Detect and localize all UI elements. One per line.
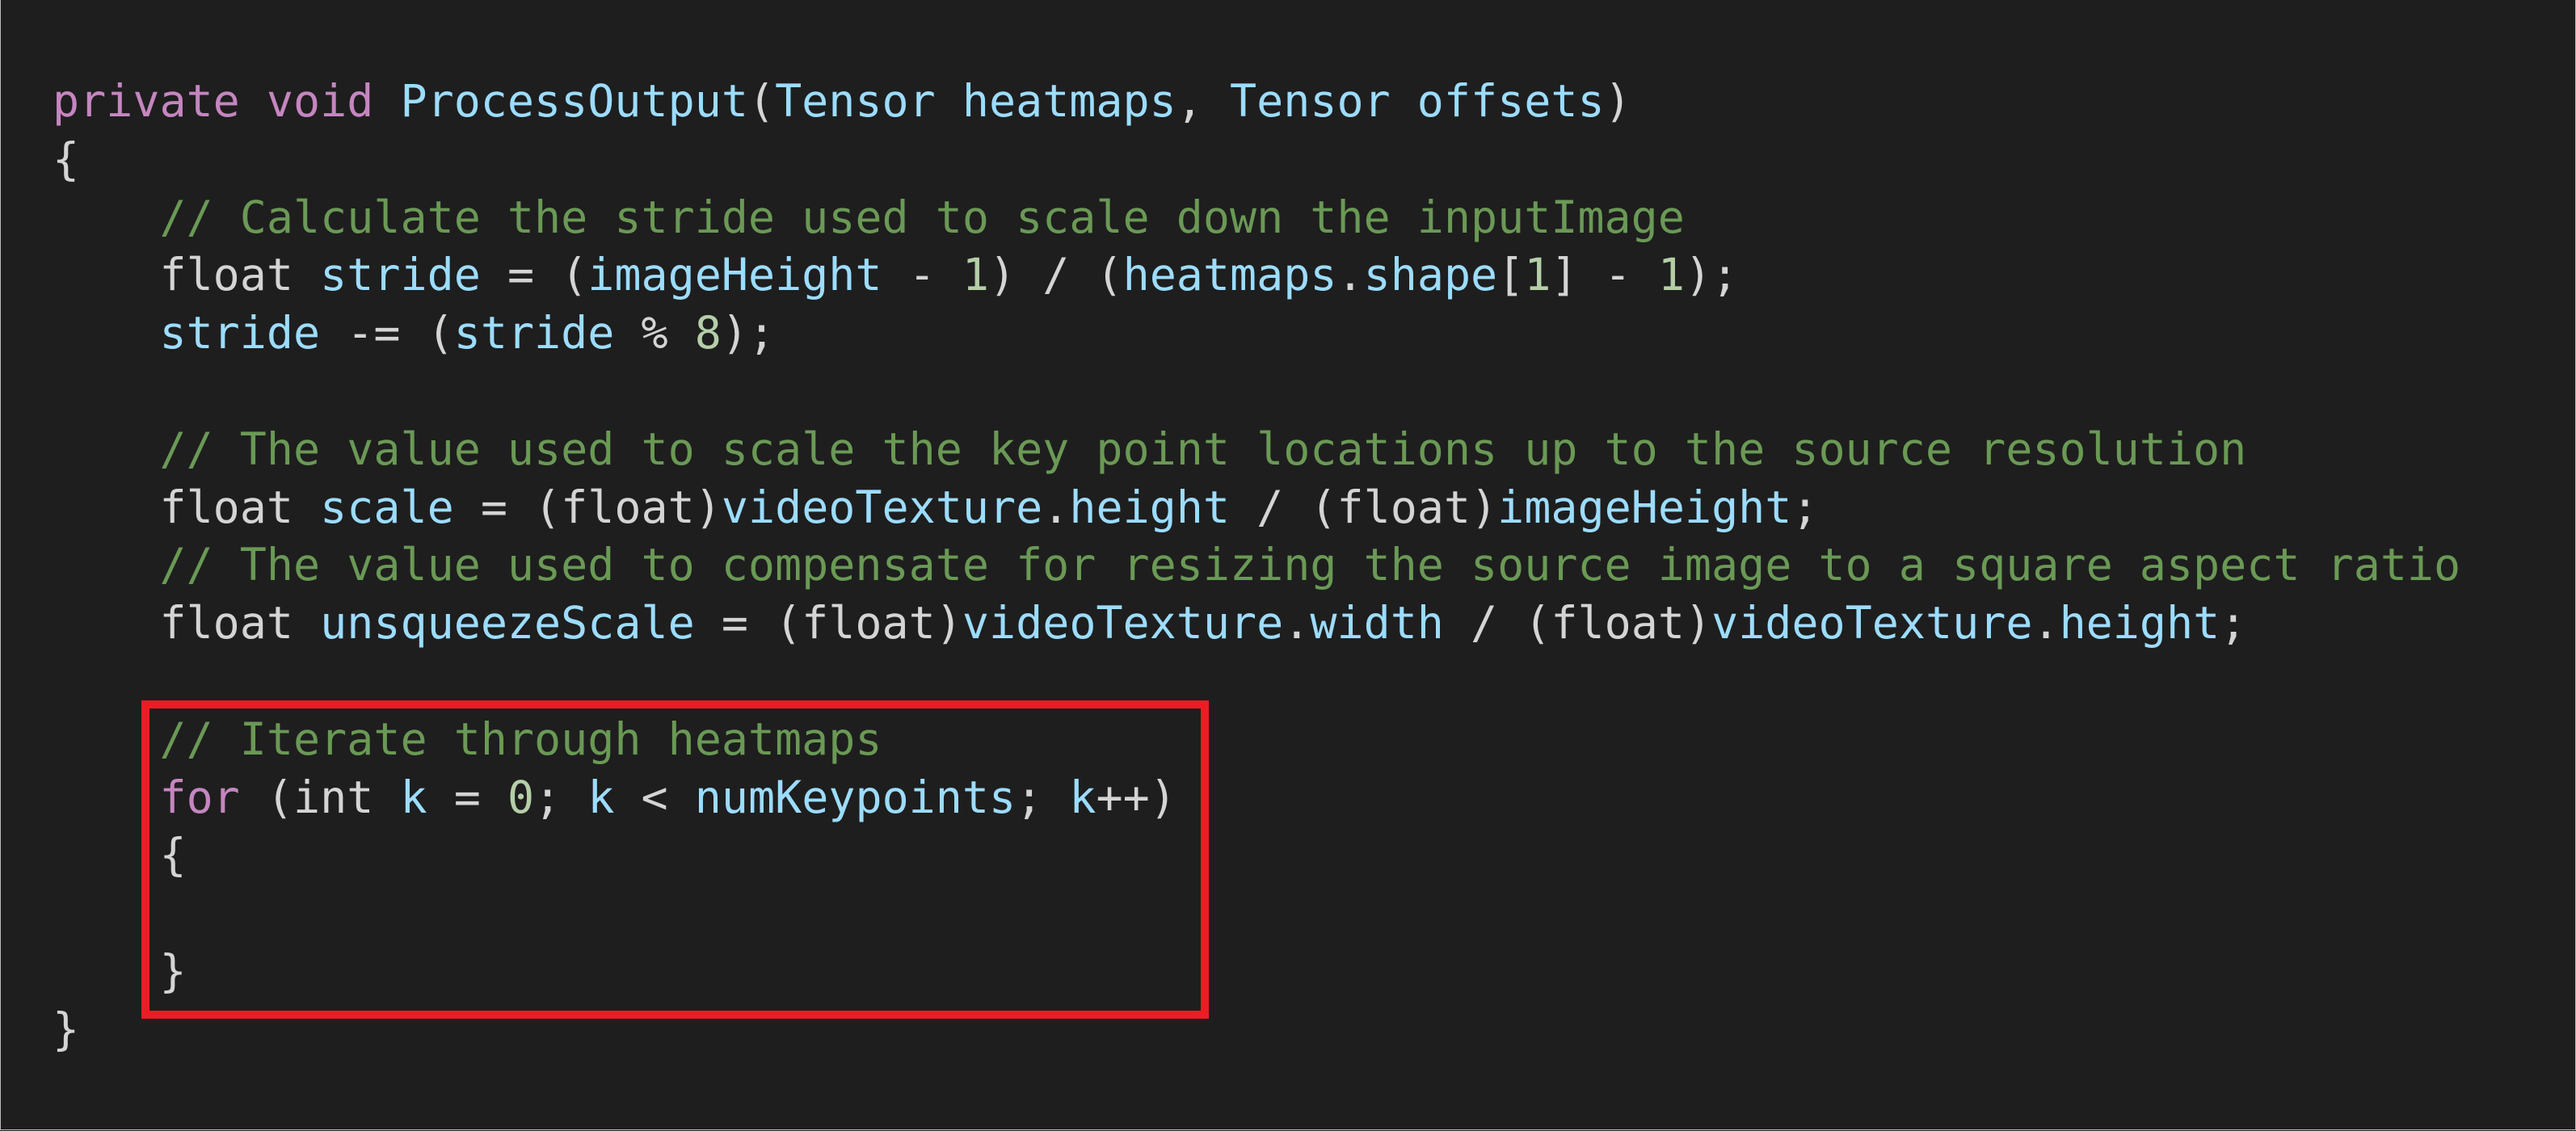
text-token: float [53,481,321,533]
text-token: ) [1604,75,1631,127]
text-token: = (float) [453,481,722,533]
identifier-token: scale [320,481,454,533]
highlight-box [141,700,1209,1019]
code-line: // Calculate the stride used to scale do… [53,189,2460,247]
number-token: 1 [962,249,989,301]
text-token: % [614,307,695,359]
text-token: . [2032,597,2060,650]
text-token: { [53,132,80,185]
text-token: float [53,249,321,301]
identifier-token: stride [159,307,321,359]
identifier-token: height [2059,597,2220,650]
text-token: } [53,1003,80,1055]
text-token: ); [1685,249,1739,301]
identifier-token: stride [320,249,481,301]
code-line: { [53,131,2460,189]
text-token: , [1176,75,1230,127]
identifier-token: videoTexture [1711,597,2033,650]
identifier-token: shape [1363,249,1498,301]
identifier-token: imageHeight [1497,481,1792,533]
text-token: - [882,249,962,301]
number-token: 8 [694,307,722,359]
code-line: stride -= (stride % 8); [53,305,2460,363]
code-line: float unsqueezeScale = (float)videoTextu… [53,595,2460,653]
identifier-token: videoTexture [721,481,1043,533]
text-token: ; [1791,481,1819,533]
text-token: . [1336,249,1364,301]
text-token: float [53,597,321,650]
comment-token: // The value used to compensate for resi… [159,539,2461,591]
identifier-token: ProcessOutput [400,75,748,127]
identifier-token: heatmaps [1122,249,1337,301]
text-token: -= ( [320,307,454,359]
code-line: // The value used to compensate for resi… [53,536,2460,595]
text-token: ) / ( [989,249,1123,301]
identifier-token: Tensor heatmaps [775,75,1176,127]
text-token: / (float) [1230,481,1498,533]
identifier-token: imageHeight [587,249,882,301]
code-line: // The value used to scale the key point… [53,421,2460,479]
code-line: float stride = (imageHeight - 1) / (heat… [53,246,2460,305]
text-token: ] - [1551,249,1658,301]
identifier-token: videoTexture [962,597,1284,650]
code-line: private void ProcessOutput(Tensor heatma… [53,73,2460,131]
text-token: [ [1497,249,1525,301]
text-token: ( [747,75,776,127]
keyword-token: private void [53,75,401,127]
comment-token: // The value used to scale the key point… [159,423,2247,475]
identifier-token: Tensor offsets [1230,75,1605,127]
number-token: 1 [1657,249,1686,301]
text-token: . [1283,597,1311,650]
text-token: = (float) [694,597,962,650]
text-token: ; [2220,597,2247,650]
identifier-token: stride [453,307,615,359]
number-token: 1 [1524,249,1551,301]
text-token: = ( [480,249,588,301]
code-line: float scale = (float)videoTexture.height… [53,479,2460,537]
comment-token: // Calculate the stride used to scale do… [159,191,1685,243]
text-token: / (float) [1443,597,1712,650]
identifier-token: height [1069,481,1231,533]
identifier-token: width [1310,597,1444,650]
identifier-token: unsqueezeScale [320,597,695,650]
text-token: ); [721,307,776,359]
text-token: . [1042,481,1070,533]
